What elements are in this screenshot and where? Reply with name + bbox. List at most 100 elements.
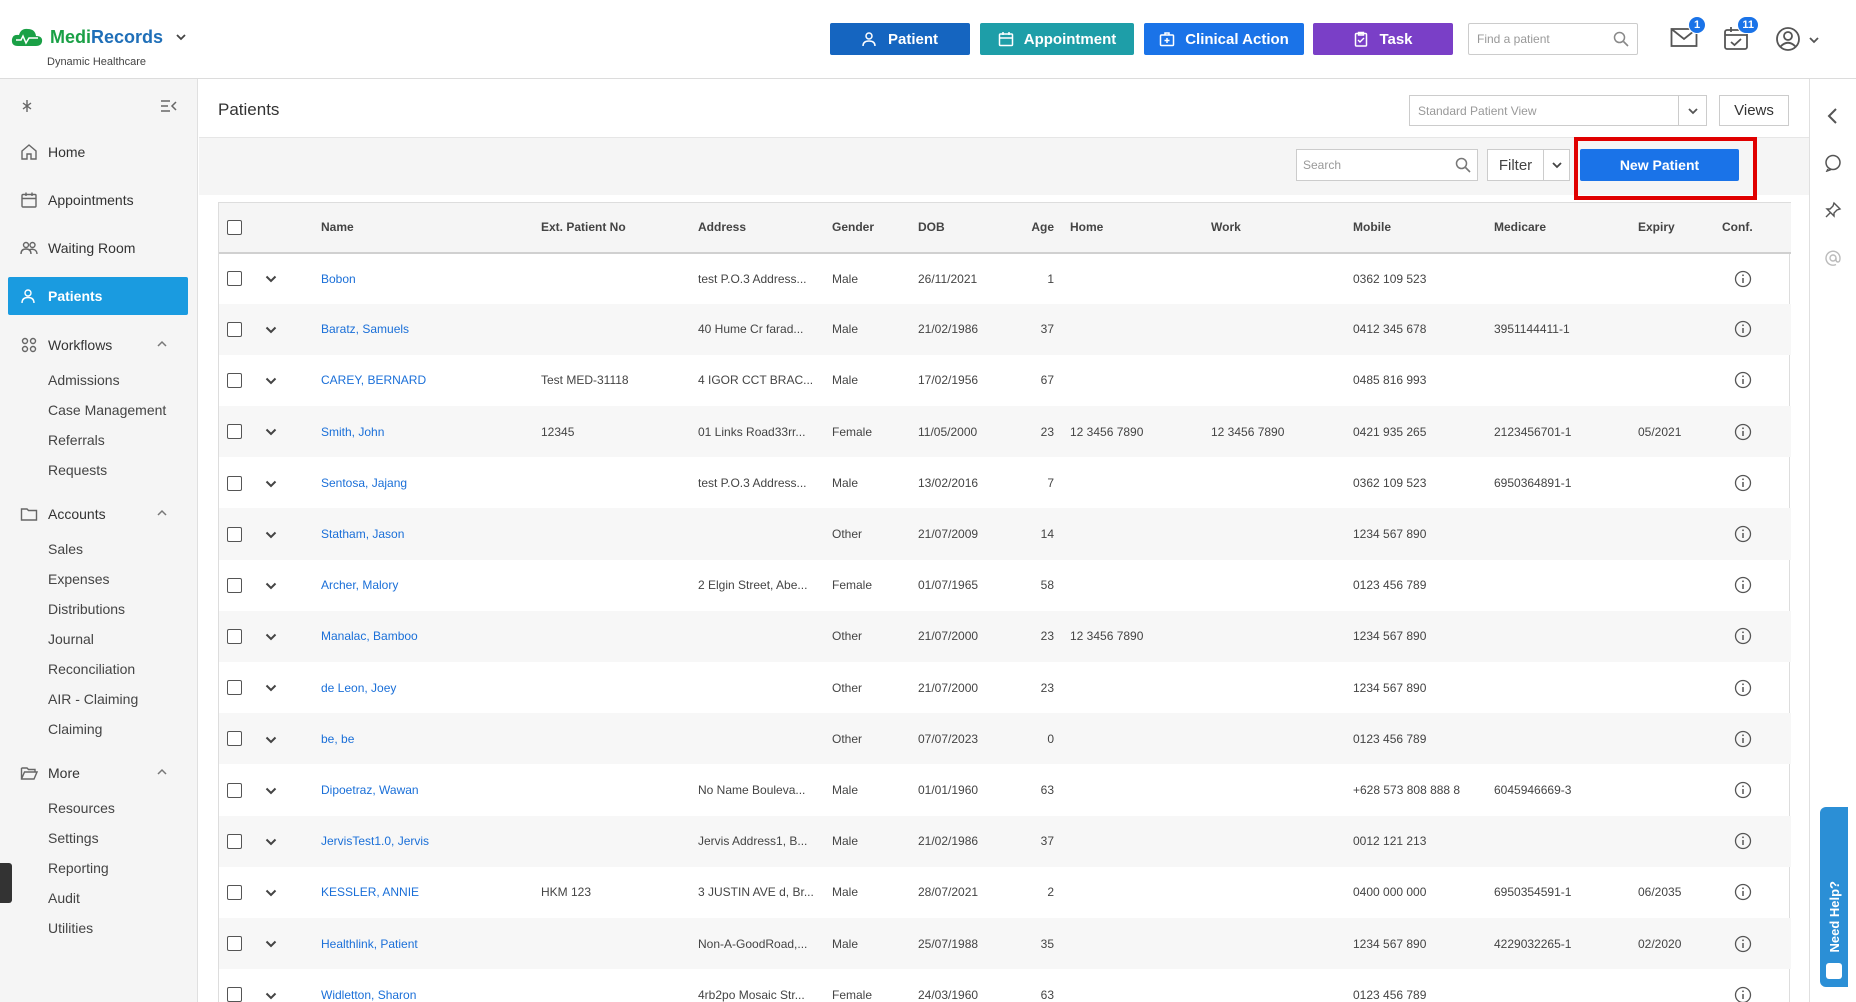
- search-icon[interactable]: [1613, 31, 1629, 47]
- search-icon[interactable]: [1455, 157, 1471, 173]
- collapse-sidebar-icon[interactable]: [160, 99, 178, 113]
- row-checkbox[interactable]: [227, 577, 242, 593]
- patient-name-link[interactable]: Statham, Jason: [321, 527, 404, 541]
- row-checkbox[interactable]: [227, 424, 242, 440]
- info-icon[interactable]: [1734, 474, 1752, 492]
- filter-button[interactable]: Filter: [1487, 149, 1570, 181]
- info-icon[interactable]: [1734, 525, 1752, 543]
- table-row[interactable]: Manalac, Bamboo Other 21/07/2000 23 12 3456 …: [219, 610, 1791, 662]
- patient-name-link[interactable]: Dipoetraz, Wawan: [321, 783, 419, 797]
- nav-reporting[interactable]: Reporting: [48, 860, 109, 876]
- expand-row-icon[interactable]: [265, 631, 277, 643]
- nav-utilities[interactable]: Utilities: [48, 920, 93, 936]
- col-mobile[interactable]: Mobile: [1345, 202, 1486, 254]
- patient-name-link[interactable]: Healthlink, Patient: [321, 937, 418, 951]
- nav-waiting-room[interactable]: Waiting Room: [8, 229, 188, 267]
- expand-row-icon[interactable]: [265, 273, 277, 285]
- patient-name-link[interactable]: Manalac, Bamboo: [321, 629, 418, 643]
- chevron-up-icon[interactable]: [156, 507, 168, 519]
- pin-icon[interactable]: [20, 99, 34, 113]
- info-icon[interactable]: [1734, 423, 1752, 441]
- info-icon[interactable]: [1734, 781, 1752, 799]
- row-checkbox[interactable]: [227, 475, 242, 491]
- row-checkbox[interactable]: [227, 680, 242, 696]
- new-task-button[interactable]: Task: [1313, 23, 1453, 55]
- expand-row-icon[interactable]: [265, 375, 277, 387]
- expand-row-icon[interactable]: [265, 887, 277, 899]
- select-all-checkbox[interactable]: [227, 219, 242, 235]
- chevron-up-icon[interactable]: [156, 766, 168, 778]
- patient-name-link[interactable]: de Leon, Joey: [321, 681, 396, 695]
- row-checkbox[interactable]: [227, 987, 242, 1002]
- expand-row-icon[interactable]: [265, 990, 277, 1002]
- info-icon[interactable]: [1734, 883, 1752, 901]
- expand-row-icon[interactable]: [265, 734, 277, 746]
- clinical-action-button[interactable]: Clinical Action: [1144, 23, 1304, 55]
- chevron-up-icon[interactable]: [156, 338, 168, 350]
- info-icon[interactable]: [1734, 270, 1752, 288]
- col-dob[interactable]: DOB: [910, 202, 1013, 254]
- expand-row-icon[interactable]: [265, 580, 277, 592]
- info-icon[interactable]: [1734, 679, 1752, 697]
- col-address[interactable]: Address: [690, 202, 824, 254]
- expand-row-icon[interactable]: [265, 836, 277, 848]
- chevron-down-icon[interactable]: [175, 31, 187, 43]
- need-help-tab[interactable]: Need Help?: [1820, 807, 1848, 987]
- chevron-left-icon[interactable]: [1824, 107, 1842, 125]
- expand-row-icon[interactable]: [265, 478, 277, 490]
- table-row[interactable]: de Leon, Joey Other 21/07/2000 23 1234 567 8…: [219, 662, 1791, 713]
- table-row[interactable]: Archer, Malory 2 Elgin Street, Abe... Fema…: [219, 560, 1791, 611]
- row-checkbox[interactable]: [227, 731, 242, 747]
- row-checkbox[interactable]: [227, 782, 242, 798]
- view-select[interactable]: Standard Patient View: [1409, 95, 1707, 126]
- side-tool-tab[interactable]: [0, 863, 12, 903]
- table-row[interactable]: be, be Other 07/07/2023 0 0123 456 789: [219, 713, 1791, 765]
- info-icon[interactable]: [1734, 986, 1752, 1002]
- row-checkbox[interactable]: [227, 526, 242, 542]
- patient-name-link[interactable]: CAREY, BERNARD: [321, 373, 426, 387]
- patient-name-link[interactable]: Widletton, Sharon: [321, 988, 416, 1002]
- at-icon[interactable]: [1824, 249, 1842, 267]
- nav-patients[interactable]: Patients: [8, 277, 188, 315]
- nav-settings[interactable]: Settings: [48, 830, 99, 846]
- patient-name-link[interactable]: JervisTest1.0, Jervis: [321, 834, 429, 848]
- info-icon[interactable]: [1734, 371, 1752, 389]
- nav-workflows[interactable]: Workflows: [8, 326, 188, 364]
- info-icon[interactable]: [1734, 832, 1752, 850]
- patient-name-link[interactable]: be, be: [321, 732, 354, 746]
- table-row[interactable]: CAREY, BERNARD Test MED-31118 4 IGOR CCT B…: [219, 355, 1791, 406]
- table-row[interactable]: Sentosa, Jajang test P.O.3 Address... Male…: [219, 457, 1791, 508]
- nav-referrals[interactable]: Referrals: [48, 432, 105, 448]
- col-work[interactable]: Work: [1203, 202, 1345, 254]
- table-row[interactable]: Baratz, Samuels 40 Hume Cr farad... Male 21…: [219, 303, 1791, 355]
- nav-air-claiming[interactable]: AIR - Claiming: [48, 691, 138, 707]
- table-row[interactable]: JervisTest1.0, Jervis Jervis Address1, B.…: [219, 815, 1791, 867]
- col-conf[interactable]: Conf.: [1714, 202, 1791, 254]
- chat-icon[interactable]: [1824, 154, 1842, 172]
- row-checkbox[interactable]: [227, 885, 242, 900]
- nav-journal[interactable]: Journal: [48, 631, 94, 647]
- expand-row-icon[interactable]: [265, 785, 277, 797]
- messages-button[interactable]: 1: [1670, 16, 1706, 54]
- patient-name-link[interactable]: Bobon: [321, 272, 356, 286]
- col-gender[interactable]: Gender: [824, 202, 910, 254]
- table-row[interactable]: Smith, John 12345 01 Links Road33rr... Fema…: [219, 406, 1791, 458]
- col-expiry[interactable]: Expiry: [1630, 202, 1714, 254]
- table-row[interactable]: Bobon test P.O.3 Address... Male 26/11/2021…: [219, 253, 1791, 304]
- nav-distributions[interactable]: Distributions: [48, 601, 125, 617]
- row-checkbox[interactable]: [227, 833, 242, 849]
- expand-row-icon[interactable]: [265, 529, 277, 541]
- nav-expenses[interactable]: Expenses: [48, 571, 109, 587]
- patient-name-link[interactable]: Smith, John: [321, 425, 384, 439]
- nav-reconciliation[interactable]: Reconciliation: [48, 661, 135, 677]
- patient-name-link[interactable]: Archer, Malory: [321, 578, 398, 592]
- patient-name-link[interactable]: Baratz, Samuels: [321, 322, 409, 336]
- info-icon[interactable]: [1734, 576, 1752, 594]
- expand-row-icon[interactable]: [265, 426, 277, 438]
- nav-more[interactable]: More: [8, 754, 188, 792]
- nav-home[interactable]: Home: [8, 133, 188, 171]
- row-checkbox[interactable]: [227, 936, 242, 952]
- nav-claiming[interactable]: Claiming: [48, 721, 102, 737]
- nav-admissions[interactable]: Admissions: [48, 372, 120, 388]
- find-patient-input[interactable]: Find a patient: [1468, 23, 1638, 55]
